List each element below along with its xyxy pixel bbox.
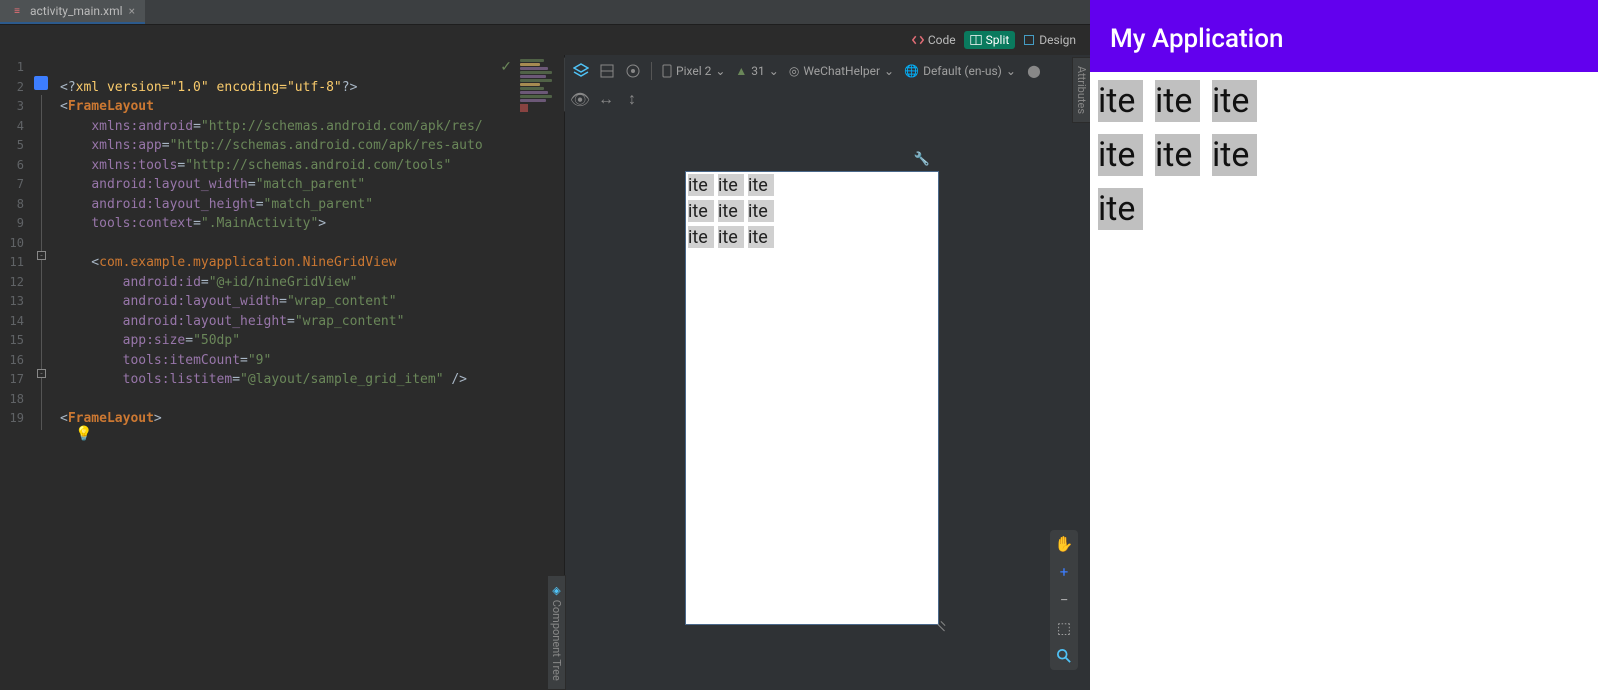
grid-item[interactable]: ite <box>748 226 774 248</box>
grid-item[interactable]: ite <box>688 200 714 222</box>
code-icon <box>912 34 924 46</box>
grid-item[interactable]: ite <box>1098 188 1143 230</box>
fold-line <box>41 95 42 430</box>
device-selector[interactable]: Pixel 2 ⌄ <box>662 64 725 78</box>
grid-item[interactable]: ite <box>1212 80 1257 122</box>
split-icon <box>970 34 982 46</box>
grid-item[interactable]: ite <box>1155 80 1200 122</box>
warnings-icon[interactable]: ⬤ <box>1026 63 1042 79</box>
chevron-down-icon: ⌄ <box>884 64 894 78</box>
attributes-tab[interactable]: Attributes <box>1072 57 1090 123</box>
device-icon <box>662 64 672 78</box>
minimap-error-icon <box>520 104 528 112</box>
fold-toggle-icon[interactable]: - <box>37 369 46 378</box>
arrows-v-icon[interactable]: ↕ <box>625 92 639 106</box>
grid-item[interactable]: ite <box>1212 134 1257 176</box>
globe-icon: 🌐 <box>904 64 919 78</box>
chevron-down-icon: ⌄ <box>769 64 779 78</box>
zoom-in-button[interactable]: + <box>1050 558 1078 586</box>
design-icon <box>1023 34 1035 46</box>
app-title: My Application <box>1110 24 1284 54</box>
zoom-fit-button[interactable]: ⬚ <box>1050 614 1078 642</box>
resize-handle-icon[interactable] <box>932 618 944 630</box>
eye-icon[interactable]: 👁 <box>573 92 587 106</box>
pan-button[interactable]: ✋ <box>1050 530 1078 558</box>
arrows-icon[interactable]: ↔ <box>599 92 613 106</box>
view-mode-design[interactable]: Design <box>1017 31 1082 49</box>
layout-block-icon <box>34 76 48 90</box>
nine-grid-preview[interactable]: ite ite ite ite ite ite ite ite ite <box>686 172 781 250</box>
theme-selector[interactable]: ◎ WeChatHelper ⌄ <box>789 64 894 78</box>
chevron-down-icon: ⌄ <box>1006 64 1016 78</box>
design-canvas[interactable]: 🔧 ite ite ite ite ite ite ite ite ite <box>685 171 939 625</box>
lightbulb-icon[interactable]: 💡 <box>75 426 92 442</box>
api-label: 31 <box>751 64 765 78</box>
emulator-panel: My Application ite ite ite ite ite ite i… <box>1090 0 1598 690</box>
file-tab-label: activity_main.xml <box>30 4 123 18</box>
grid-item[interactable]: ite <box>1098 80 1143 122</box>
grid-item[interactable]: ite <box>748 174 774 196</box>
layers-icon[interactable] <box>573 63 589 79</box>
theme-label: WeChatHelper <box>803 64 880 78</box>
emulator-grid[interactable]: ite ite ite ite ite ite ite <box>1090 72 1280 238</box>
orientation-icon[interactable] <box>625 63 641 79</box>
grid-item[interactable]: ite <box>688 226 714 248</box>
xml-file-icon: ≡ <box>10 4 24 18</box>
zoom-actual-button[interactable] <box>1050 642 1078 670</box>
file-tab[interactable]: ≡ activity_main.xml × <box>0 0 145 24</box>
theme-icon: ◎ <box>789 64 799 78</box>
grid-item[interactable]: ite <box>1098 134 1143 176</box>
grid-item[interactable]: ite <box>748 200 774 222</box>
chevron-down-icon: ⌄ <box>715 64 725 78</box>
inspection-ok-icon[interactable]: ✓ <box>500 59 512 75</box>
view-mode-code-label: Code <box>928 33 956 47</box>
view-mode-split[interactable]: Split <box>964 31 1016 49</box>
grid-item[interactable]: ite <box>718 174 744 196</box>
android-icon: ▲ <box>735 64 747 78</box>
grid-item[interactable]: ite <box>1155 134 1200 176</box>
view-mode-design-label: Design <box>1039 33 1076 47</box>
grid-item[interactable]: ite <box>688 174 714 196</box>
grid-item[interactable]: ite <box>718 200 744 222</box>
fold-gutter[interactable]: - - <box>30 55 60 690</box>
device-label: Pixel 2 <box>676 64 711 78</box>
code-editor[interactable]: <?xml version="1.0" encoding="utf-8"?> <… <box>60 55 564 690</box>
close-tab-icon[interactable]: × <box>129 4 135 18</box>
locale-selector[interactable]: 🌐 Default (en-us) ⌄ <box>904 64 1016 78</box>
view-mode-code[interactable]: Code <box>906 31 962 49</box>
blueprint-icon[interactable] <box>599 63 615 79</box>
zoom-out-button[interactable]: − <box>1050 586 1078 614</box>
wrench-icon[interactable]: 🔧 <box>914 152 930 167</box>
view-mode-split-label: Split <box>986 33 1010 47</box>
component-tree-tab[interactable]: ◈ Component Tree <box>547 575 566 690</box>
grid-item[interactable]: ite <box>718 226 744 248</box>
api-selector[interactable]: ▲ 31 ⌄ <box>735 64 778 78</box>
fold-toggle-icon[interactable]: - <box>37 251 46 260</box>
minimap[interactable] <box>520 59 560 119</box>
line-number-gutter: 123 456 789 101112 131415 161718 19 <box>0 55 30 690</box>
app-bar: My Application <box>1090 5 1598 72</box>
tree-icon: ◈ <box>550 584 563 597</box>
locale-label: Default (en-us) <box>923 64 1002 78</box>
